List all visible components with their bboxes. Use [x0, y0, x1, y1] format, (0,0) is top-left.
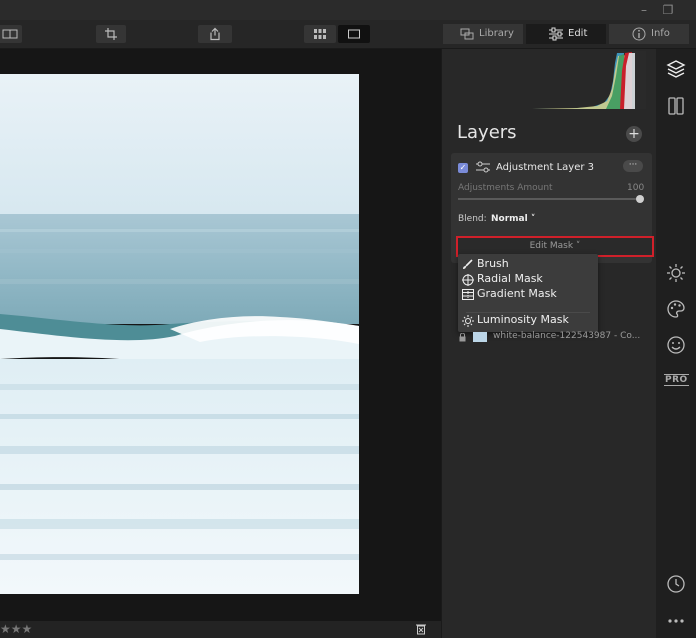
- info-icon: [632, 27, 646, 41]
- menu-item-gradient-mask[interactable]: Gradient Mask: [462, 287, 557, 300]
- sliders-icon: [549, 27, 563, 41]
- single-view-button[interactable]: [338, 25, 370, 43]
- base-layer-thumbnail: [473, 332, 487, 342]
- lock-icon: [459, 333, 466, 342]
- minimize-icon[interactable]: –: [636, 2, 652, 18]
- adjustments-amount-slider-thumb[interactable]: [636, 195, 644, 203]
- title-bar: – ❐: [0, 0, 696, 20]
- restore-icon[interactable]: ❐: [660, 2, 676, 18]
- adjustments-amount-value: 100: [627, 183, 645, 193]
- trash-icon[interactable]: [416, 623, 426, 635]
- tab-edit-label: Edit: [568, 28, 588, 39]
- essentials-sun-icon[interactable]: [666, 263, 686, 283]
- history-clock-icon[interactable]: [666, 574, 686, 594]
- layers-panel: Layers + ✓ Adjustment Layer 3 ··· Adjust…: [441, 49, 656, 638]
- base-layer-name: white-balance-122543987 - Co...: [493, 331, 641, 341]
- luminosity-mask-icon: [462, 315, 474, 327]
- presets-icon[interactable]: [666, 96, 686, 116]
- adjustment-layer-icon: [476, 161, 490, 173]
- export-button[interactable]: [198, 25, 232, 43]
- single-view-icon: [348, 29, 360, 39]
- more-icon[interactable]: [666, 611, 686, 631]
- add-layer-button[interactable]: +: [626, 126, 642, 142]
- menu-item-radial-mask[interactable]: Radial Mask: [462, 272, 543, 286]
- tab-library[interactable]: Library: [443, 24, 523, 44]
- adjustments-amount-label: Adjustments Amount: [458, 183, 553, 193]
- star-rating[interactable]: ★★★: [0, 622, 32, 636]
- brush-icon: [463, 259, 473, 269]
- layer-more-button[interactable]: ···: [623, 160, 643, 172]
- crop-button[interactable]: [96, 25, 126, 43]
- tab-info[interactable]: Info: [609, 24, 689, 44]
- mask-menu: Brush Radial Mask Gradient Mask Luminosi…: [458, 254, 598, 332]
- pro-badge[interactable]: PRO: [664, 374, 689, 386]
- right-sidebar: PRO: [656, 49, 696, 638]
- histogram: [532, 51, 646, 109]
- radial-mask-icon: [462, 274, 474, 286]
- layer-name: Adjustment Layer 3: [496, 162, 595, 173]
- blend-label: Blend:: [458, 214, 487, 224]
- compare-icon: [2, 29, 18, 39]
- blend-mode-select[interactable]: Normal ˅: [491, 214, 535, 224]
- library-icon: [460, 28, 474, 40]
- grid-view-button[interactable]: [304, 25, 336, 43]
- grid-view-icon: [314, 29, 326, 39]
- menu-item-luminosity-mask[interactable]: Luminosity Mask: [462, 313, 569, 327]
- creative-palette-icon[interactable]: [666, 299, 686, 319]
- layer-visibility-checkbox[interactable]: ✓: [458, 163, 468, 173]
- tab-edit[interactable]: Edit: [526, 24, 606, 44]
- export-icon: [210, 27, 220, 41]
- bottom-bar: ★★★: [0, 621, 441, 638]
- image-canvas[interactable]: [0, 49, 441, 621]
- gradient-mask-icon: [462, 289, 474, 300]
- ocean-photo: [0, 74, 359, 594]
- compare-button[interactable]: [0, 25, 22, 43]
- adjustments-amount-slider[interactable]: [458, 198, 641, 200]
- crop-icon: [105, 28, 117, 40]
- portrait-face-icon[interactable]: [666, 335, 686, 355]
- tab-info-label: Info: [651, 28, 670, 39]
- layers-icon[interactable]: [666, 59, 686, 79]
- base-layer-row[interactable]: white-balance-122543987 - Co...: [456, 330, 646, 344]
- tab-library-label: Library: [479, 28, 514, 39]
- menu-item-brush[interactable]: Brush: [463, 257, 509, 270]
- layers-title: Layers: [457, 122, 517, 143]
- top-toolbar: Library Edit Info: [0, 20, 696, 49]
